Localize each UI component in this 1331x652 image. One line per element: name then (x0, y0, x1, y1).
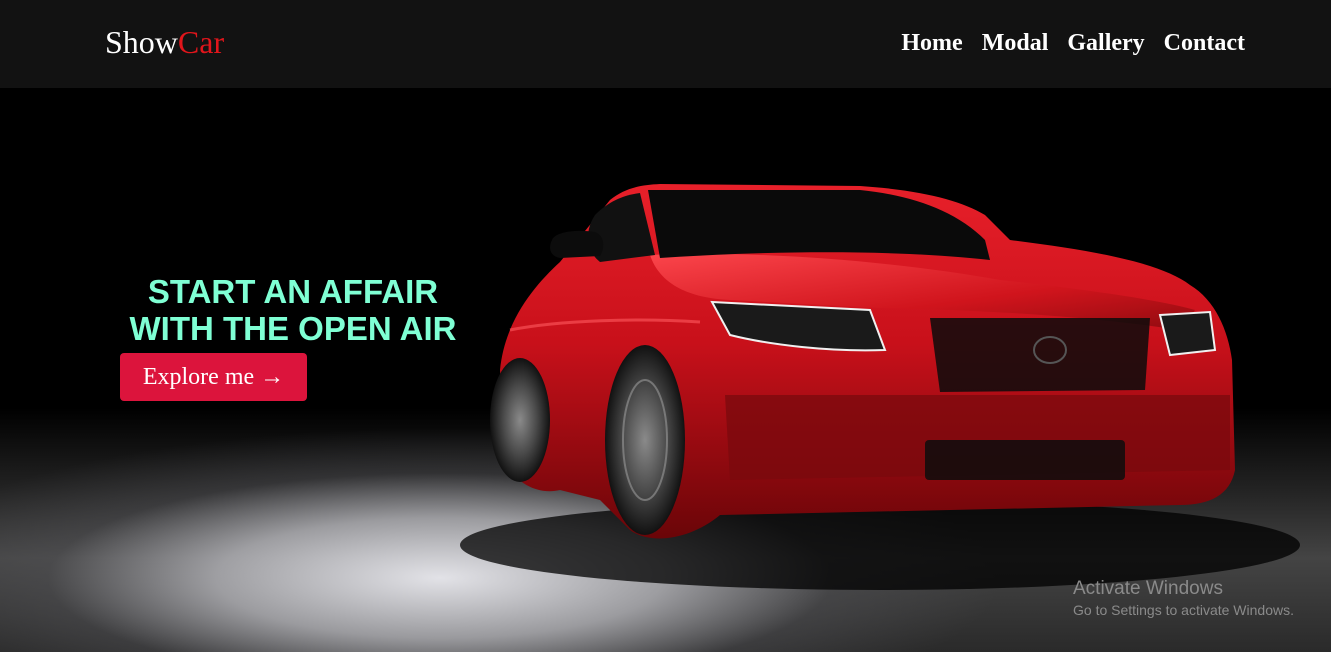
hero-headline-line1: START AN AFFAIR (147, 273, 439, 310)
windows-activation-watermark: Activate Windows Go to Settings to activ… (1073, 578, 1294, 620)
nav-link-contact[interactable]: Contact (1164, 26, 1245, 60)
brand-name-part1: Show (105, 24, 178, 60)
hero-headline-line2: WITH THE OPEN AIR (129, 310, 457, 347)
explore-button[interactable]: Explore me → (120, 353, 307, 401)
brand-name-part2: Car (177, 24, 225, 60)
watermark-title: Activate Windows (1073, 578, 1223, 599)
nav-link-modal[interactable]: Modal (982, 26, 1049, 60)
brand-logo[interactable]: ShowCar (105, 22, 224, 62)
hero-headline: START AN AFFAIR WITH THE OPEN AIR (112, 273, 474, 347)
main-nav: Home Modal Gallery Contact (901, 26, 1245, 60)
hero-section: START AN AFFAIR WITH THE OPEN AIR Explor… (0, 88, 1331, 652)
nav-link-home[interactable]: Home (901, 26, 962, 60)
navbar: ShowCar Home Modal Gallery Contact (0, 0, 1331, 88)
watermark-subtitle: Go to Settings to activate Windows. (1073, 602, 1294, 618)
nav-link-gallery[interactable]: Gallery (1067, 26, 1144, 60)
